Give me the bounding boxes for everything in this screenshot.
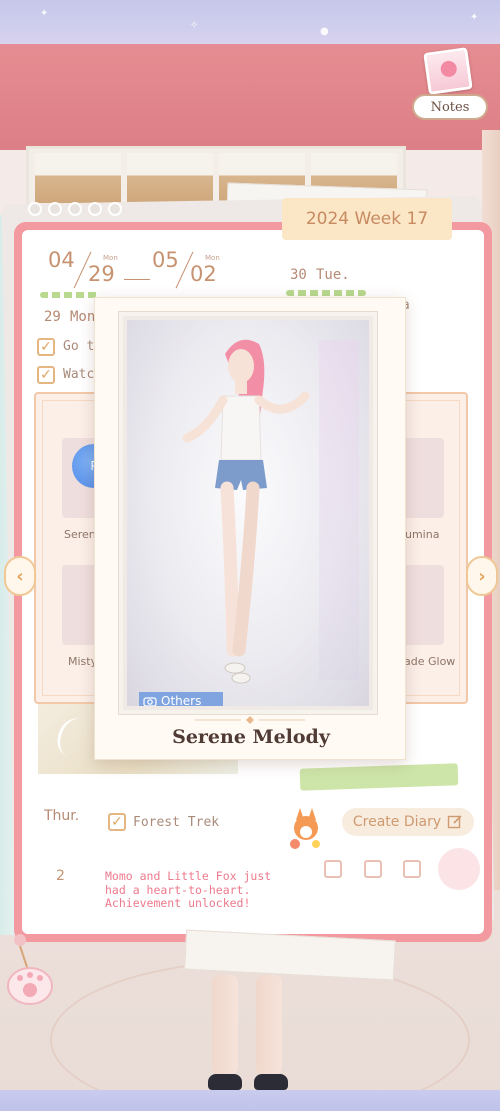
chevron-left-icon: ‹ [16, 565, 24, 587]
day-label-thursday: Thur. [44, 808, 80, 824]
notes-button[interactable]: Notes [410, 47, 490, 122]
start-month: 04 [48, 248, 75, 272]
notes-thumbnail-icon [423, 47, 473, 95]
task-checkbox[interactable]: ✓ [37, 338, 55, 356]
sparkle-icon: ✦ [470, 12, 479, 23]
collection-label: umina [405, 528, 440, 541]
day-name-mon: Mon [70, 309, 96, 325]
character-photo: Others [127, 320, 369, 706]
date-range: 04 Mon 29 05 Mon 02 [48, 248, 248, 298]
chevron-right-icon: › [478, 565, 486, 587]
task-text: Watc [63, 367, 95, 382]
create-diary-label: Create Diary [352, 814, 442, 830]
day-number-mon: 29 [44, 309, 61, 325]
cat-paw-charm-icon [7, 934, 53, 1005]
start-day: 29 [88, 262, 115, 286]
week-label: 2024 Week 17 [282, 198, 452, 240]
end-month: 05 [152, 248, 179, 272]
top-sky-strip: ✦ ✧ ● ✦ [0, 0, 500, 48]
green-wavy-line [286, 290, 366, 296]
green-wavy-line [40, 292, 98, 298]
end-weekday: Mon [205, 254, 220, 262]
achievement-note: Momo and Little Fox just had a heart-to-… [105, 869, 272, 910]
card-divider [195, 716, 305, 724]
end-day: 02 [190, 262, 217, 286]
previous-arrow-button[interactable]: ‹ [4, 556, 36, 596]
outfit-card: Others Serene Melody [94, 297, 406, 760]
sparkle-icon: ✦ [40, 8, 49, 19]
empty-checkbox[interactable] [403, 860, 421, 878]
create-diary-button[interactable]: Create Diary [342, 808, 474, 836]
forest-trek-text: Forest Trek [133, 815, 220, 830]
empty-checkbox[interactable] [324, 860, 342, 878]
collection-label: Seren [64, 528, 96, 541]
sparkle-icon: ✧ [190, 20, 199, 31]
task-checkbox[interactable]: ✓ [37, 366, 55, 384]
binder-holes [28, 202, 122, 216]
day-name-tue: Tue. [316, 267, 350, 283]
notes-label: Notes [412, 94, 488, 120]
entry-number: 2 [56, 868, 65, 884]
start-weekday: Mon [103, 254, 118, 262]
task-text: Go t [63, 339, 95, 354]
empty-checkbox[interactable] [364, 860, 382, 878]
next-arrow-button[interactable]: › [466, 556, 498, 596]
collection-label: Misty [68, 655, 98, 668]
camera-icon [143, 697, 157, 706]
pink-sticker [438, 848, 480, 890]
outfit-title: Serene Melody [172, 726, 330, 748]
edit-icon [447, 815, 462, 829]
fox-sticker-icon [290, 808, 320, 849]
collection-label: ade Glow [404, 655, 456, 668]
category-tag: Others [139, 692, 223, 706]
character-legs [208, 975, 288, 1090]
card-frame: Others [118, 311, 378, 715]
day-number-tue: 30 [290, 267, 307, 283]
character-figure [182, 339, 310, 684]
category-tag-label: Others [161, 694, 202, 706]
bottom-sky-strip [0, 1090, 500, 1111]
forest-trek-checkbox[interactable]: ✓ [108, 813, 126, 831]
sparkle-icon: ● [320, 26, 329, 37]
